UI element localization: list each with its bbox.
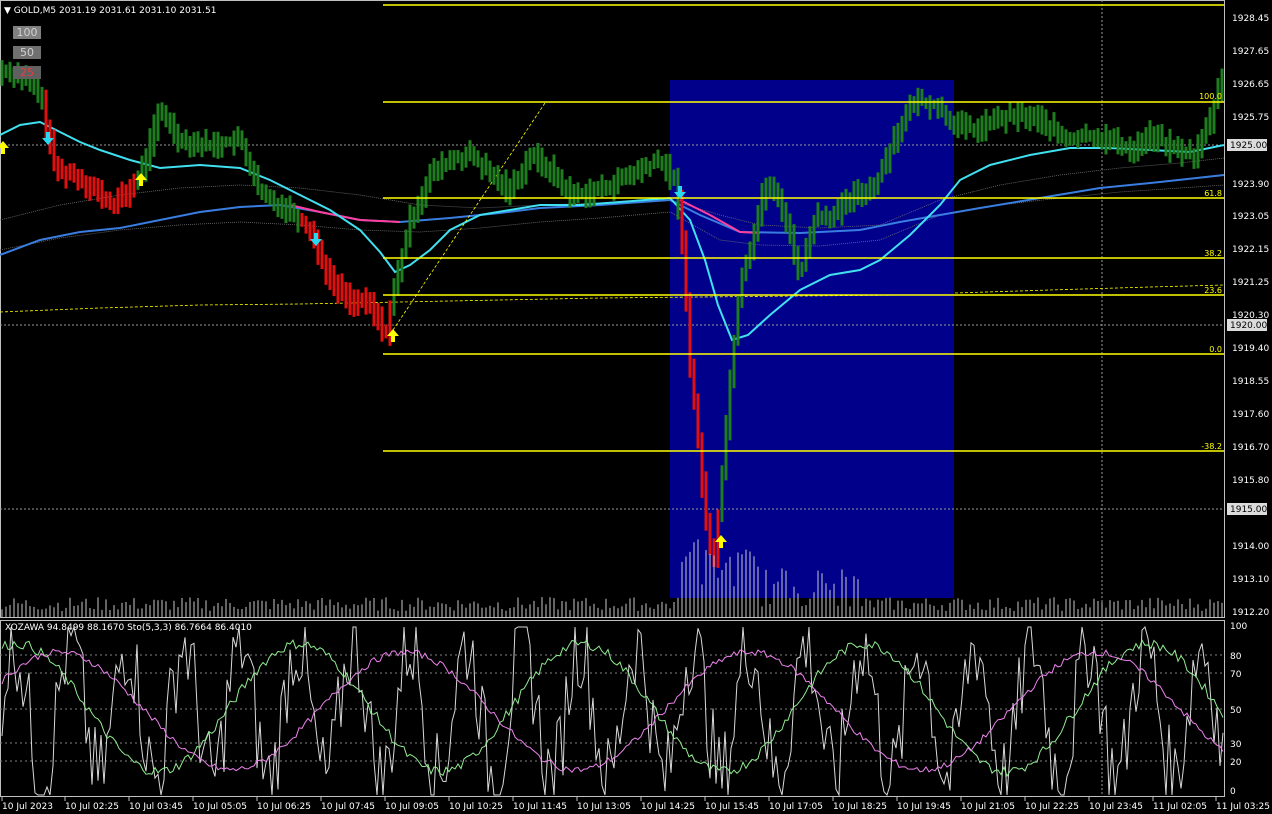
symbol-header: ▼ GOLD,M5 2031.19 2031.61 2031.10 2031.5… [4,6,216,16]
time-label: 10 Jul 18:25 [833,802,887,812]
time-label: 10 Jul 10:25 [449,802,503,812]
price-marker-label: 1920.00 [1230,321,1267,331]
price-axis: 1928.45 1927.65 1926.65 1925.75 1923.90 … [1227,14,1269,618]
dropdown-triangle-icon[interactable]: ▼ [4,6,11,16]
price-label: 1927.65 [1232,47,1269,57]
time-label: 10 Jul 15:45 [705,802,759,812]
time-label: 10 Jul 17:05 [769,802,823,812]
indicator-axis-label: 50 [1230,706,1242,716]
time-label: 11 Jul 03:25 [1216,802,1270,812]
time-label: 10 Jul 02:25 [65,802,119,812]
trading-chart[interactable]: 100.0 61.8 38.2 23.6 0.0 -38.2 1928.45 1… [0,0,1272,814]
indicator-axis-label: 30 [1230,740,1242,750]
time-label: 10 Jul 14:25 [641,802,695,812]
price-label: 1918.55 [1232,377,1269,387]
zoom-button-100[interactable]: 100 [13,26,41,39]
time-label: 10 Jul 11:45 [513,802,567,812]
price-label: 1914.00 [1232,542,1269,552]
time-label: 10 Jul 21:05 [961,802,1015,812]
indicator-axis-label: 0 [1230,787,1236,797]
time-label: 11 Jul 02:05 [1153,802,1207,812]
price-label: 1912.20 [1232,608,1269,618]
time-label: 10 Jul 07:45 [321,802,375,812]
indicator-axis-label: 100 [1230,622,1247,632]
time-label: 10 Jul 05:05 [193,802,247,812]
time-label: 10 Jul 09:05 [385,802,439,812]
indicator-header: XOZAWA 94.8499 88.1670 Sto(5,3,3) 86.766… [5,623,252,633]
fib-label-100: 100.0 [1199,92,1222,101]
time-label: 10 Jul 13:05 [577,802,631,812]
indicator-axis-label: 80 [1230,652,1242,662]
indicator-axis: 100 80 70 50 30 20 0 [1230,622,1247,797]
price-label: 1923.05 [1232,212,1269,222]
price-label: 1913.10 [1232,575,1269,585]
fib-label-38.2: 38.2 [1204,249,1222,258]
fib-label-0: 0.0 [1209,345,1222,354]
zoom-button-50[interactable]: 50 [13,46,41,59]
price-label: 1915.80 [1232,476,1269,486]
price-label: 1916.70 [1232,443,1269,453]
fib-label-minus-38.2: -38.2 [1201,442,1222,451]
price-label: 1925.75 [1232,113,1269,123]
main-chart-frame [0,0,1225,618]
price-label: 1921.25 [1232,278,1269,288]
highlight-zone [670,80,954,598]
price-marker-label: 1915.00 [1230,505,1267,515]
time-label: 10 Jul 06:25 [257,802,311,812]
time-axis: 10 Jul 2023 10 Jul 02:25 10 Jul 03:45 10 Ju… [1,797,1270,812]
price-label: 1926.65 [1232,80,1269,90]
price-label: 1917.60 [1232,410,1269,420]
time-label: 10 Jul 22:25 [1025,802,1079,812]
indicator-axis-label: 20 [1230,758,1242,768]
time-label: 10 Jul 19:45 [897,802,951,812]
price-marker-label: 1925.00 [1230,141,1267,151]
time-label: 10 Jul 2023 [2,802,53,812]
fib-label-23.6: 23.6 [1204,286,1222,295]
zoom-button-25[interactable]: 25 [13,66,41,79]
indicator-axis-label: 70 [1230,670,1242,680]
time-label: 10 Jul 03:45 [129,802,183,812]
time-label: 10 Jul 23:45 [1089,802,1143,812]
price-label: 1928.45 [1232,14,1269,24]
fib-label-61.8: 61.8 [1204,189,1222,198]
symbol-info: GOLD,M5 2031.19 2031.61 2031.10 2031.51 [13,6,217,16]
price-label: 1923.90 [1232,180,1269,190]
price-label: 1922.15 [1232,245,1269,255]
price-label: 1919.40 [1232,344,1269,354]
